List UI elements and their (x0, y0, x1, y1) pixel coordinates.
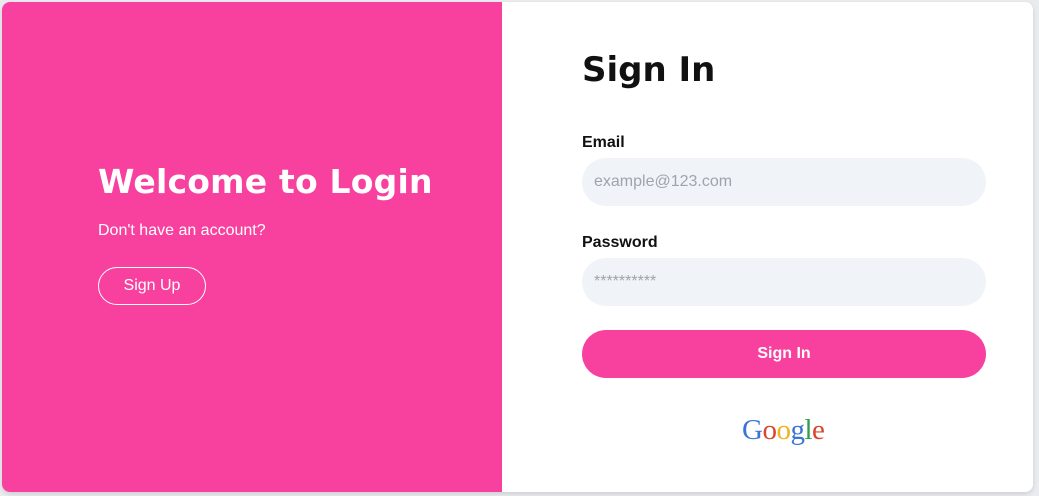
google-letter: o (762, 414, 777, 446)
sign-in-panel: Sign In Email Password Sign In Google (502, 2, 1033, 492)
google-sign-in-logo[interactable]: Google (742, 412, 825, 448)
sign-up-button[interactable]: Sign Up (98, 267, 206, 305)
signup-prompt: Don't have an account? (98, 222, 266, 239)
welcome-title: Welcome to Login (98, 162, 433, 201)
email-field[interactable] (582, 158, 986, 206)
login-card: Welcome to Login Don't have an account? … (2, 2, 1033, 492)
sign-in-title: Sign In (582, 50, 716, 90)
google-letter: l (804, 414, 813, 446)
email-label: Email (582, 134, 625, 151)
password-field[interactable] (582, 258, 986, 306)
google-letter: o (776, 414, 791, 446)
google-letter: e (812, 414, 825, 446)
welcome-panel: Welcome to Login Don't have an account? … (2, 2, 502, 492)
google-letter: g (790, 414, 805, 446)
password-label: Password (582, 234, 658, 251)
google-letter: G (742, 414, 763, 446)
sign-in-button[interactable]: Sign In (582, 330, 986, 378)
